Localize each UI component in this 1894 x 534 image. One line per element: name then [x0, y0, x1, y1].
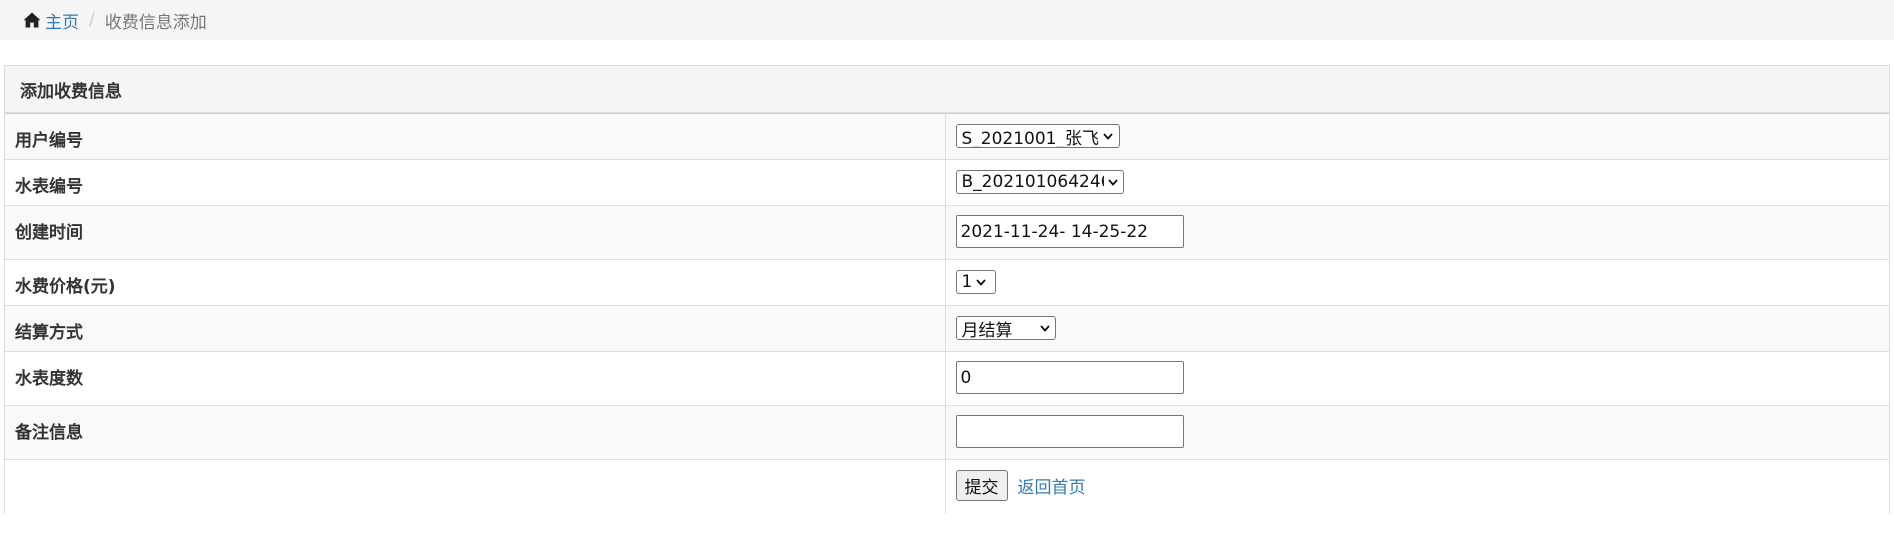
form-row-meter-reading: 水表度数	[5, 351, 1889, 406]
submit-button[interactable]: 提交	[955, 470, 1008, 501]
user-id-label: 用户编号	[5, 113, 946, 160]
meter-reading-label: 水表度数	[5, 351, 946, 406]
back-to-home-link[interactable]: 返回首页	[1018, 473, 1086, 498]
remarks-input[interactable]	[955, 415, 1184, 448]
form-row-user-id: 用户编号 S_2021001_张飞	[5, 113, 1889, 160]
form-row-settlement: 结算方式 月结算	[5, 305, 1889, 352]
meter-reading-input[interactable]	[955, 361, 1184, 394]
form-row-remarks: 备注信息	[5, 405, 1889, 460]
breadcrumb-current: 收费信息添加	[104, 12, 207, 33]
form-row-create-time: 创建时间	[5, 205, 1889, 260]
panel-heading: 添加收费信息	[5, 66, 1889, 113]
price-select[interactable]: 1	[955, 270, 996, 294]
create-time-input[interactable]	[955, 215, 1184, 248]
meter-id-label: 水表编号	[5, 159, 946, 206]
form-row-actions: 提交 返回首页	[5, 459, 1889, 514]
create-time-label: 创建时间	[5, 205, 946, 260]
home-icon	[23, 12, 41, 28]
chevron-down-icon	[976, 279, 987, 286]
breadcrumb-home-link[interactable]: 主页	[22, 8, 79, 33]
form-row-price: 水费价格(元) 1	[5, 259, 1889, 306]
chevron-down-icon	[1103, 133, 1113, 140]
price-label: 水费价格(元)	[5, 259, 946, 306]
settlement-label: 结算方式	[5, 305, 946, 352]
user-id-select-value: S_2021001_张飞	[961, 128, 1100, 148]
chevron-down-icon	[1107, 179, 1118, 186]
meter-id-select[interactable]: B_202101064246	[955, 170, 1124, 194]
settlement-select[interactable]: 月结算	[955, 316, 1056, 340]
remarks-label: 备注信息	[5, 405, 946, 460]
breadcrumb-separator: /	[89, 10, 95, 30]
breadcrumb-home-label: 主页	[45, 12, 79, 33]
chevron-down-icon	[1039, 325, 1050, 332]
user-id-select[interactable]: S_2021001_张飞	[955, 124, 1120, 148]
settlement-select-value: 月结算	[961, 320, 1013, 340]
price-select-value: 1	[961, 272, 973, 292]
add-charge-panel: 添加收费信息 用户编号 S_2021001_张飞 水表编号 B_20210106…	[4, 65, 1890, 514]
meter-id-select-value: B_202101064246	[961, 172, 1104, 192]
breadcrumb: 主页 / 收费信息添加	[0, 0, 1894, 40]
form-row-meter-id: 水表编号 B_202101064246	[5, 159, 1889, 206]
actions-label-cell	[5, 459, 946, 514]
charge-form-table: 用户编号 S_2021001_张飞 水表编号 B_202101064246 创建…	[5, 113, 1889, 514]
